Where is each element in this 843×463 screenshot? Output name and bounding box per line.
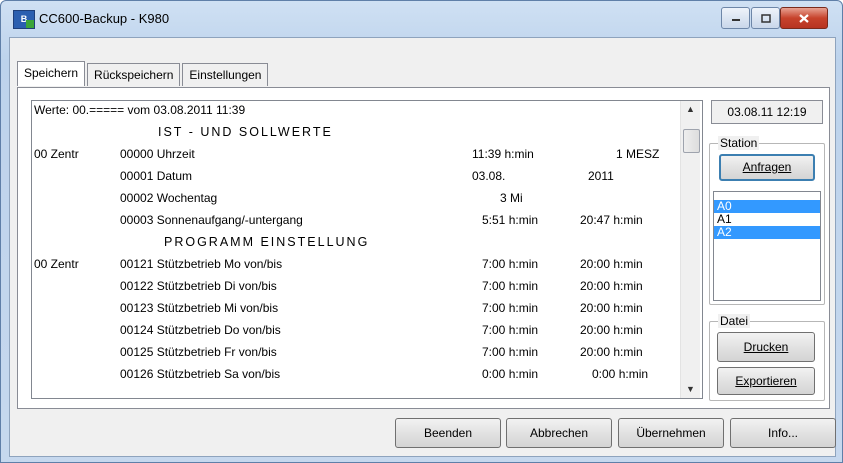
row-1-c3: 2011: [588, 169, 614, 183]
list-header: Werte: 00.===== vom 03.08.2011 11:39: [34, 103, 246, 117]
station-list[interactable]: A0 A1 A2: [713, 191, 821, 301]
scroll-thumb[interactable]: [683, 129, 700, 153]
uebernehmen-label: Übernehmen: [636, 426, 706, 440]
row-3-c2: 5:51 h:min: [482, 213, 539, 227]
row-8-c1: 00125 Stützbetrieb Fr von/bis: [120, 345, 277, 359]
window-title: CC600-Backup - K980: [39, 11, 170, 26]
abbrechen-button[interactable]: Abbrechen: [506, 418, 612, 448]
row-5-c1: 00122 Stützbetrieb Di von/bis: [120, 279, 277, 293]
section-title-ist-soll: IST - UND SOLLWERTE: [158, 125, 333, 139]
row-9-c1: 00126 Stützbetrieb Sa von/bis: [120, 367, 281, 381]
exportieren-label: Exportieren: [735, 374, 797, 388]
values-list[interactable]: Werte: 00.===== vom 03.08.2011 11:39 IST…: [31, 100, 703, 399]
row-4-c2: 7:00 h:min: [482, 257, 539, 271]
tab-strip: Speichern Rückspeichern Einstellungen: [17, 61, 270, 87]
row-6-c1: 00123 Stützbetrieb Mi von/bis: [120, 301, 279, 315]
exportieren-button[interactable]: Exportieren: [717, 367, 815, 395]
maximize-icon: [760, 13, 771, 23]
uebernehmen-button[interactable]: Übernehmen: [618, 418, 724, 448]
row-3-c1: 00003 Sonnenaufgang/-untergang: [120, 213, 303, 227]
anfragen-label: Anfragen: [742, 160, 792, 174]
app-icon: B: [13, 10, 35, 29]
row-6-c2: 7:00 h:min: [482, 301, 539, 315]
row-4-c0: 00 Zentr: [34, 257, 79, 271]
row-2-c1: 00002 Wochentag: [120, 191, 218, 205]
row-8-c3: 20:00 h:min: [580, 345, 643, 359]
row-6-c3: 20:00 h:min: [580, 301, 643, 315]
row-5-c2: 7:00 h:min: [482, 279, 539, 293]
title-bar[interactable]: B CC600-Backup - K980: [1, 1, 842, 37]
row-1-c1: 00001 Datum: [120, 169, 193, 183]
scroll-up-icon[interactable]: ▲: [681, 101, 700, 118]
section-title-programm: PROGRAMM EINSTELLUNG: [164, 235, 370, 249]
row-3-c3: 20:47 h:min: [580, 213, 643, 227]
row-1-c2: 03.08.: [472, 169, 506, 183]
drucken-button[interactable]: Drucken: [717, 332, 815, 362]
row-9-c3: 0:00 h:min: [592, 367, 649, 381]
row-8-c2: 7:00 h:min: [482, 345, 539, 359]
row-4-c3: 20:00 h:min: [580, 257, 643, 271]
beenden-button[interactable]: Beenden: [395, 418, 501, 448]
anfragen-button[interactable]: Anfragen: [719, 154, 815, 181]
scroll-down-icon[interactable]: ▼: [681, 381, 700, 398]
info-button[interactable]: Info...: [730, 418, 836, 448]
row-9-c2: 0:00 h:min: [482, 367, 539, 381]
row-7-c3: 20:00 h:min: [580, 323, 643, 337]
row-0-c2: 11:39 h:min: [472, 147, 534, 161]
row-5-c3: 20:00 h:min: [580, 279, 643, 293]
timestamp-display: 03.08.11 12:19: [711, 100, 823, 124]
station-label: Station: [718, 136, 760, 150]
maximize-button[interactable]: [751, 7, 780, 29]
close-button[interactable]: [780, 7, 828, 29]
row-0-c3: 1 MESZ: [616, 147, 660, 161]
tab-rueckspeichern[interactable]: Rückspeichern: [87, 63, 181, 86]
tab-einstellungen[interactable]: Einstellungen: [182, 63, 269, 86]
close-icon: [799, 13, 809, 23]
drucken-label: Drucken: [743, 340, 789, 354]
app-window: B CC600-Backup - K980 Speichern Rückspei…: [0, 0, 843, 463]
datei-label: Datei: [718, 314, 751, 328]
row-0-c0: 00 Zentr: [34, 147, 79, 161]
row-7-c2: 7:00 h:min: [482, 323, 539, 337]
row-0-c1: 00000 Uhrzeit: [120, 147, 195, 161]
station-item-a2[interactable]: A2: [714, 226, 820, 239]
list-scrollbar[interactable]: ▲ ▼: [680, 101, 700, 398]
tab-speichern[interactable]: Speichern: [17, 61, 86, 86]
minimize-icon: [731, 19, 740, 21]
row-2-c2: 3 Mi: [500, 191, 523, 205]
row-7-c1: 00124 Stützbetrieb Do von/bis: [120, 323, 281, 337]
row-4-c1: 00121 Stützbetrieb Mo von/bis: [120, 257, 283, 271]
minimize-button[interactable]: [721, 7, 750, 29]
